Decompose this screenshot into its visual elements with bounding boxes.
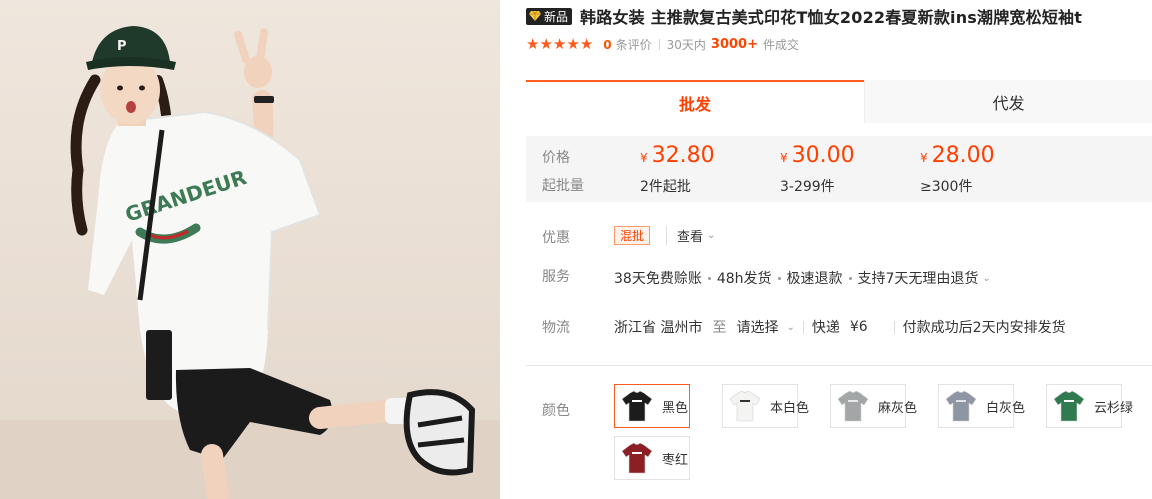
sold-unit: 件成交 [763, 38, 800, 52]
color-option-label: 白灰色 [986, 400, 1026, 416]
tier-price-amount: 30.00 [791, 143, 855, 168]
color-option[interactable]: 黑色 [614, 384, 690, 428]
bullet-dot [777, 276, 781, 280]
tshirt-thumbnail [837, 390, 869, 422]
tab-dropship[interactable]: 代发 [864, 80, 1152, 123]
tshirt-thumbnail [621, 390, 653, 422]
review-count[interactable]: 0 [603, 38, 611, 52]
divider [802, 320, 804, 334]
destination-select[interactable]: 请选择 ⌄ [736, 317, 794, 337]
color-option[interactable]: 麻灰色 [830, 384, 917, 428]
chevron-down-icon: ⌄ [786, 321, 795, 333]
color-label: 颜色 [542, 403, 570, 419]
new-badge-label: 新品 [544, 9, 569, 24]
tier-price-amount: 32.80 [651, 143, 715, 168]
to-label: 至 [712, 320, 727, 336]
star-icon: ★ [566, 35, 580, 53]
star-icon: ★ [552, 35, 567, 53]
chevron-down-icon[interactable]: ⌄ [982, 273, 990, 284]
ship-origin: 浙江省 温州市 [614, 320, 703, 336]
mixed-batch-tag: 混批 [614, 226, 651, 245]
svg-text:P: P [117, 39, 127, 54]
new-product-badge: 新品 [526, 7, 573, 25]
tier-price: ¥32.80 [640, 143, 715, 168]
tier-quantity: ≥300件 [920, 179, 973, 195]
product-photo[interactable]: GRANDEUR P [0, 0, 500, 499]
divider [893, 320, 895, 334]
service-item: 48h发货 [716, 271, 772, 287]
color-option-label: 枣红 [662, 452, 689, 468]
product-title: 韩路女装 主推款复古美式印花T恤女2022春夏新款ins潮牌宽松短袖t [580, 8, 1083, 27]
color-option-label: 云杉绿 [1094, 400, 1134, 416]
destination-placeholder: 请选择 [736, 320, 779, 336]
tshirt-thumbnail [945, 390, 977, 422]
bullet-dot [707, 276, 711, 280]
sales-period: 30天内 [666, 38, 706, 52]
star-icon: ★ [579, 35, 594, 53]
tier-price: ¥30.00 [780, 143, 855, 168]
shipping-fee: ¥6 [849, 319, 868, 335]
tier-quantity: 2件起批 [640, 179, 691, 195]
service-item: 38天免费赊账 [614, 271, 702, 287]
product-title-row: 新品 韩路女装 主推款复古美式印花T恤女2022春夏新款ins潮牌宽松短袖t [526, 5, 1082, 27]
logistics-label: 物流 [542, 320, 570, 336]
tier-quantity: 3-299件 [780, 179, 835, 195]
color-option-label: 麻灰色 [878, 400, 918, 416]
moq-label: 起批量 [542, 178, 584, 194]
view-promotions-label: 查看 [677, 230, 704, 245]
color-option-label: 本白色 [770, 400, 810, 416]
tier-price-amount: 28.00 [931, 143, 995, 168]
product-detail-panel: 新品 韩路女装 主推款复古美式印花T恤女2022春夏新款ins潮牌宽松短袖t ★… [500, 0, 1152, 499]
price-label: 价格 [542, 150, 570, 166]
color-option[interactable]: 本白色 [722, 384, 809, 428]
tshirt-thumbnail [1053, 390, 1085, 422]
rating-row: ★ ★ ★ ★ ★ 0 条评价 30天内 3000+ 件成交 [526, 36, 799, 53]
tab-wholesale[interactable]: 批发 [526, 80, 864, 123]
currency-symbol: ¥ [640, 151, 648, 165]
shipping-method: 快递 [811, 320, 840, 336]
tshirt-thumbnail [621, 442, 653, 474]
diamond-icon [529, 10, 541, 21]
divider [658, 39, 660, 50]
shipping-note: 付款成功后2天内安排发货 [902, 320, 1066, 336]
tshirt-thumbnail [729, 390, 761, 422]
star-rating: ★ ★ ★ ★ ★ [526, 37, 593, 52]
service-item: 极速退款 [786, 271, 843, 287]
color-option[interactable]: 枣红 [614, 436, 690, 480]
star-icon: ★ [526, 35, 540, 53]
tier-price: ¥28.00 [920, 143, 995, 168]
bullet-dot [848, 276, 852, 280]
color-option[interactable]: 云杉绿 [1046, 384, 1133, 428]
currency-symbol: ¥ [920, 151, 928, 165]
star-icon: ★ [539, 35, 553, 53]
divider [666, 226, 667, 245]
promo-label: 优惠 [542, 230, 570, 246]
section-divider [526, 365, 1152, 366]
color-option-label: 黑色 [662, 400, 689, 416]
sold-count: 3000+ [710, 37, 758, 52]
service-list[interactable]: 38天免费赊账 48h发货 极速退款 支持7天无理由退货 ⌄ [614, 268, 991, 288]
product-photo-illustration: GRANDEUR P [0, 26, 500, 499]
currency-symbol: ¥ [780, 151, 788, 165]
chevron-down-icon: ⌄ [707, 230, 716, 241]
logistics-row: 浙江省 温州市 至 请选择 ⌄ 快递 ¥6 付款成功后2天内安排发货 [614, 317, 1066, 337]
color-option[interactable]: 白灰色 [938, 384, 1025, 428]
view-promotions-link[interactable]: 查看 ⌄ [677, 226, 715, 245]
service-label: 服务 [542, 269, 570, 285]
review-unit[interactable]: 条评价 [616, 36, 652, 53]
service-item: 支持7天无理由退货 [857, 271, 979, 287]
purchase-mode-tabs: 批发 代发 [526, 80, 1152, 123]
price-tier-box: 价格 起批量 ¥32.80 2件起批 ¥30.00 3-299件 ¥28.00 … [526, 136, 1152, 202]
